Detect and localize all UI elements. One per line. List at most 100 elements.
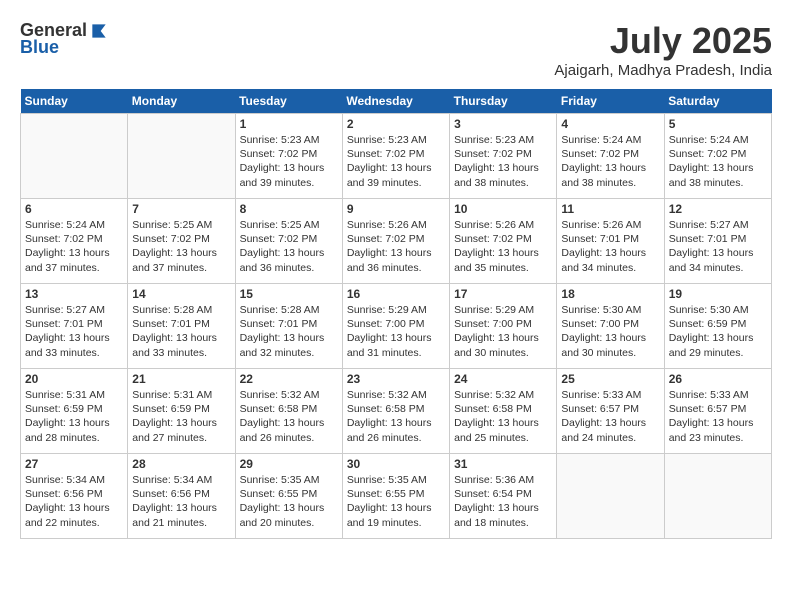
day-number: 18: [561, 287, 659, 301]
day-number: 23: [347, 372, 445, 386]
day-info: Sunrise: 5:35 AM Sunset: 6:55 PM Dayligh…: [347, 473, 445, 530]
week-row-4: 20 Sunrise: 5:31 AM Sunset: 6:59 PM Dayli…: [21, 369, 772, 454]
week-row-5: 27 Sunrise: 5:34 AM Sunset: 6:56 PM Dayli…: [21, 454, 772, 539]
weekday-header-sunday: Sunday: [21, 89, 128, 114]
title-area: July 2025 Ajaigarh, Madhya Pradesh, Indi…: [554, 20, 772, 79]
day-info: Sunrise: 5:26 AM Sunset: 7:02 PM Dayligh…: [454, 218, 552, 275]
day-number: 26: [669, 372, 767, 386]
day-info: Sunrise: 5:32 AM Sunset: 6:58 PM Dayligh…: [347, 388, 445, 445]
logo-blue: Blue: [20, 37, 59, 58]
day-info: Sunrise: 5:24 AM Sunset: 7:02 PM Dayligh…: [669, 133, 767, 190]
calendar-cell: 4Sunrise: 5:24 AM Sunset: 7:02 PM Daylig…: [557, 114, 664, 199]
day-info: Sunrise: 5:29 AM Sunset: 7:00 PM Dayligh…: [454, 303, 552, 360]
calendar-cell: 21 Sunrise: 5:31 AM Sunset: 6:59 PM Dayli…: [128, 369, 235, 454]
calendar-cell: 2 Sunrise: 5:23 AM Sunset: 7:02 PM Daylig…: [342, 114, 449, 199]
day-info: Sunrise: 5:25 AM Sunset: 7:02 PM Dayligh…: [240, 218, 338, 275]
day-info: Sunrise: 5:27 AM Sunset: 7:01 PM Dayligh…: [25, 303, 123, 360]
day-number: 24: [454, 372, 552, 386]
calendar-cell: [664, 454, 771, 539]
calendar-cell: 6 Sunrise: 5:24 AM Sunset: 7:02 PM Daylig…: [21, 199, 128, 284]
weekday-header-thursday: Thursday: [450, 89, 557, 114]
day-number: 30: [347, 457, 445, 471]
day-number: 8: [240, 202, 338, 216]
weekday-header-tuesday: Tuesday: [235, 89, 342, 114]
day-info: Sunrise: 5:24 AM Sunset: 7:02 PM Dayligh…: [561, 133, 659, 190]
calendar-cell: 19 Sunrise: 5:30 AM Sunset: 6:59 PM Dayli…: [664, 284, 771, 369]
calendar-header-row: SundayMondayTuesdayWednesdayThursdayFrid…: [21, 89, 772, 114]
calendar-cell: 7 Sunrise: 5:25 AM Sunset: 7:02 PM Daylig…: [128, 199, 235, 284]
day-info: Sunrise: 5:23 AM Sunset: 7:02 PM Dayligh…: [347, 133, 445, 190]
calendar-cell: 22Sunrise: 5:32 AM Sunset: 6:58 PM Dayli…: [235, 369, 342, 454]
day-number: 1: [240, 117, 338, 131]
day-info: Sunrise: 5:35 AM Sunset: 6:55 PM Dayligh…: [240, 473, 338, 530]
calendar-cell: 9 Sunrise: 5:26 AM Sunset: 7:02 PM Daylig…: [342, 199, 449, 284]
calendar-cell: 30 Sunrise: 5:35 AM Sunset: 6:55 PM Dayli…: [342, 454, 449, 539]
day-info: Sunrise: 5:34 AM Sunset: 6:56 PM Dayligh…: [25, 473, 123, 530]
day-info: Sunrise: 5:30 AM Sunset: 7:00 PM Dayligh…: [561, 303, 659, 360]
calendar-cell: 17 Sunrise: 5:29 AM Sunset: 7:00 PM Dayli…: [450, 284, 557, 369]
day-number: 21: [132, 372, 230, 386]
calendar-cell: 13 Sunrise: 5:27 AM Sunset: 7:01 PM Dayli…: [21, 284, 128, 369]
day-number: 13: [25, 287, 123, 301]
day-info: Sunrise: 5:33 AM Sunset: 6:57 PM Dayligh…: [561, 388, 659, 445]
calendar-cell: 16 Sunrise: 5:29 AM Sunset: 7:00 PM Dayli…: [342, 284, 449, 369]
calendar-cell: 10 Sunrise: 5:26 AM Sunset: 7:02 PM Dayli…: [450, 199, 557, 284]
day-number: 14: [132, 287, 230, 301]
day-number: 16: [347, 287, 445, 301]
day-number: 31: [454, 457, 552, 471]
day-info: Sunrise: 5:28 AM Sunset: 7:01 PM Dayligh…: [240, 303, 338, 360]
day-number: 5: [669, 117, 767, 131]
day-number: 9: [347, 202, 445, 216]
day-info: Sunrise: 5:27 AM Sunset: 7:01 PM Dayligh…: [669, 218, 767, 275]
day-number: 6: [25, 202, 123, 216]
day-info: Sunrise: 5:32 AM Sunset: 6:58 PM Dayligh…: [454, 388, 552, 445]
day-info: Sunrise: 5:30 AM Sunset: 6:59 PM Dayligh…: [669, 303, 767, 360]
day-number: 2: [347, 117, 445, 131]
day-number: 19: [669, 287, 767, 301]
day-number: 29: [240, 457, 338, 471]
day-number: 25: [561, 372, 659, 386]
day-info: Sunrise: 5:26 AM Sunset: 7:01 PM Dayligh…: [561, 218, 659, 275]
calendar-cell: 26 Sunrise: 5:33 AM Sunset: 6:57 PM Dayli…: [664, 369, 771, 454]
weekday-header-monday: Monday: [128, 89, 235, 114]
day-info: Sunrise: 5:26 AM Sunset: 7:02 PM Dayligh…: [347, 218, 445, 275]
week-row-3: 13 Sunrise: 5:27 AM Sunset: 7:01 PM Dayli…: [21, 284, 772, 369]
day-info: Sunrise: 5:31 AM Sunset: 6:59 PM Dayligh…: [132, 388, 230, 445]
day-number: 17: [454, 287, 552, 301]
day-info: Sunrise: 5:23 AM Sunset: 7:02 PM Dayligh…: [454, 133, 552, 190]
day-number: 22: [240, 372, 338, 386]
weekday-header-friday: Friday: [557, 89, 664, 114]
day-info: Sunrise: 5:24 AM Sunset: 7:02 PM Dayligh…: [25, 218, 123, 275]
calendar-cell: 8 Sunrise: 5:25 AM Sunset: 7:02 PM Daylig…: [235, 199, 342, 284]
week-row-1: 1 Sunrise: 5:23 AM Sunset: 7:02 PM Daylig…: [21, 114, 772, 199]
day-info: Sunrise: 5:28 AM Sunset: 7:01 PM Dayligh…: [132, 303, 230, 360]
day-number: 11: [561, 202, 659, 216]
weekday-header-wednesday: Wednesday: [342, 89, 449, 114]
day-info: Sunrise: 5:29 AM Sunset: 7:00 PM Dayligh…: [347, 303, 445, 360]
calendar-cell: [557, 454, 664, 539]
day-number: 20: [25, 372, 123, 386]
location-subtitle: Ajaigarh, Madhya Pradesh, India: [554, 62, 772, 79]
weekday-header-saturday: Saturday: [664, 89, 771, 114]
calendar-cell: 15Sunrise: 5:28 AM Sunset: 7:01 PM Dayli…: [235, 284, 342, 369]
day-info: Sunrise: 5:23 AM Sunset: 7:02 PM Dayligh…: [240, 133, 338, 190]
calendar-cell: 29 Sunrise: 5:35 AM Sunset: 6:55 PM Dayli…: [235, 454, 342, 539]
calendar-cell: 25 Sunrise: 5:33 AM Sunset: 6:57 PM Dayli…: [557, 369, 664, 454]
calendar-cell: [128, 114, 235, 199]
logo: General Blue: [20, 20, 109, 58]
page-header: General Blue July 2025 Ajaigarh, Madhya …: [20, 20, 772, 79]
day-number: 3: [454, 117, 552, 131]
day-info: Sunrise: 5:33 AM Sunset: 6:57 PM Dayligh…: [669, 388, 767, 445]
day-info: Sunrise: 5:31 AM Sunset: 6:59 PM Dayligh…: [25, 388, 123, 445]
calendar-table: SundayMondayTuesdayWednesdayThursdayFrid…: [20, 89, 772, 539]
calendar-cell: 28Sunrise: 5:34 AM Sunset: 6:56 PM Dayli…: [128, 454, 235, 539]
day-number: 27: [25, 457, 123, 471]
day-number: 7: [132, 202, 230, 216]
day-info: Sunrise: 5:36 AM Sunset: 6:54 PM Dayligh…: [454, 473, 552, 530]
calendar-cell: 24 Sunrise: 5:32 AM Sunset: 6:58 PM Dayli…: [450, 369, 557, 454]
calendar-cell: 3 Sunrise: 5:23 AM Sunset: 7:02 PM Daylig…: [450, 114, 557, 199]
day-number: 10: [454, 202, 552, 216]
logo-flag-icon: [89, 21, 109, 41]
calendar-cell: 20 Sunrise: 5:31 AM Sunset: 6:59 PM Dayli…: [21, 369, 128, 454]
day-info: Sunrise: 5:25 AM Sunset: 7:02 PM Dayligh…: [132, 218, 230, 275]
